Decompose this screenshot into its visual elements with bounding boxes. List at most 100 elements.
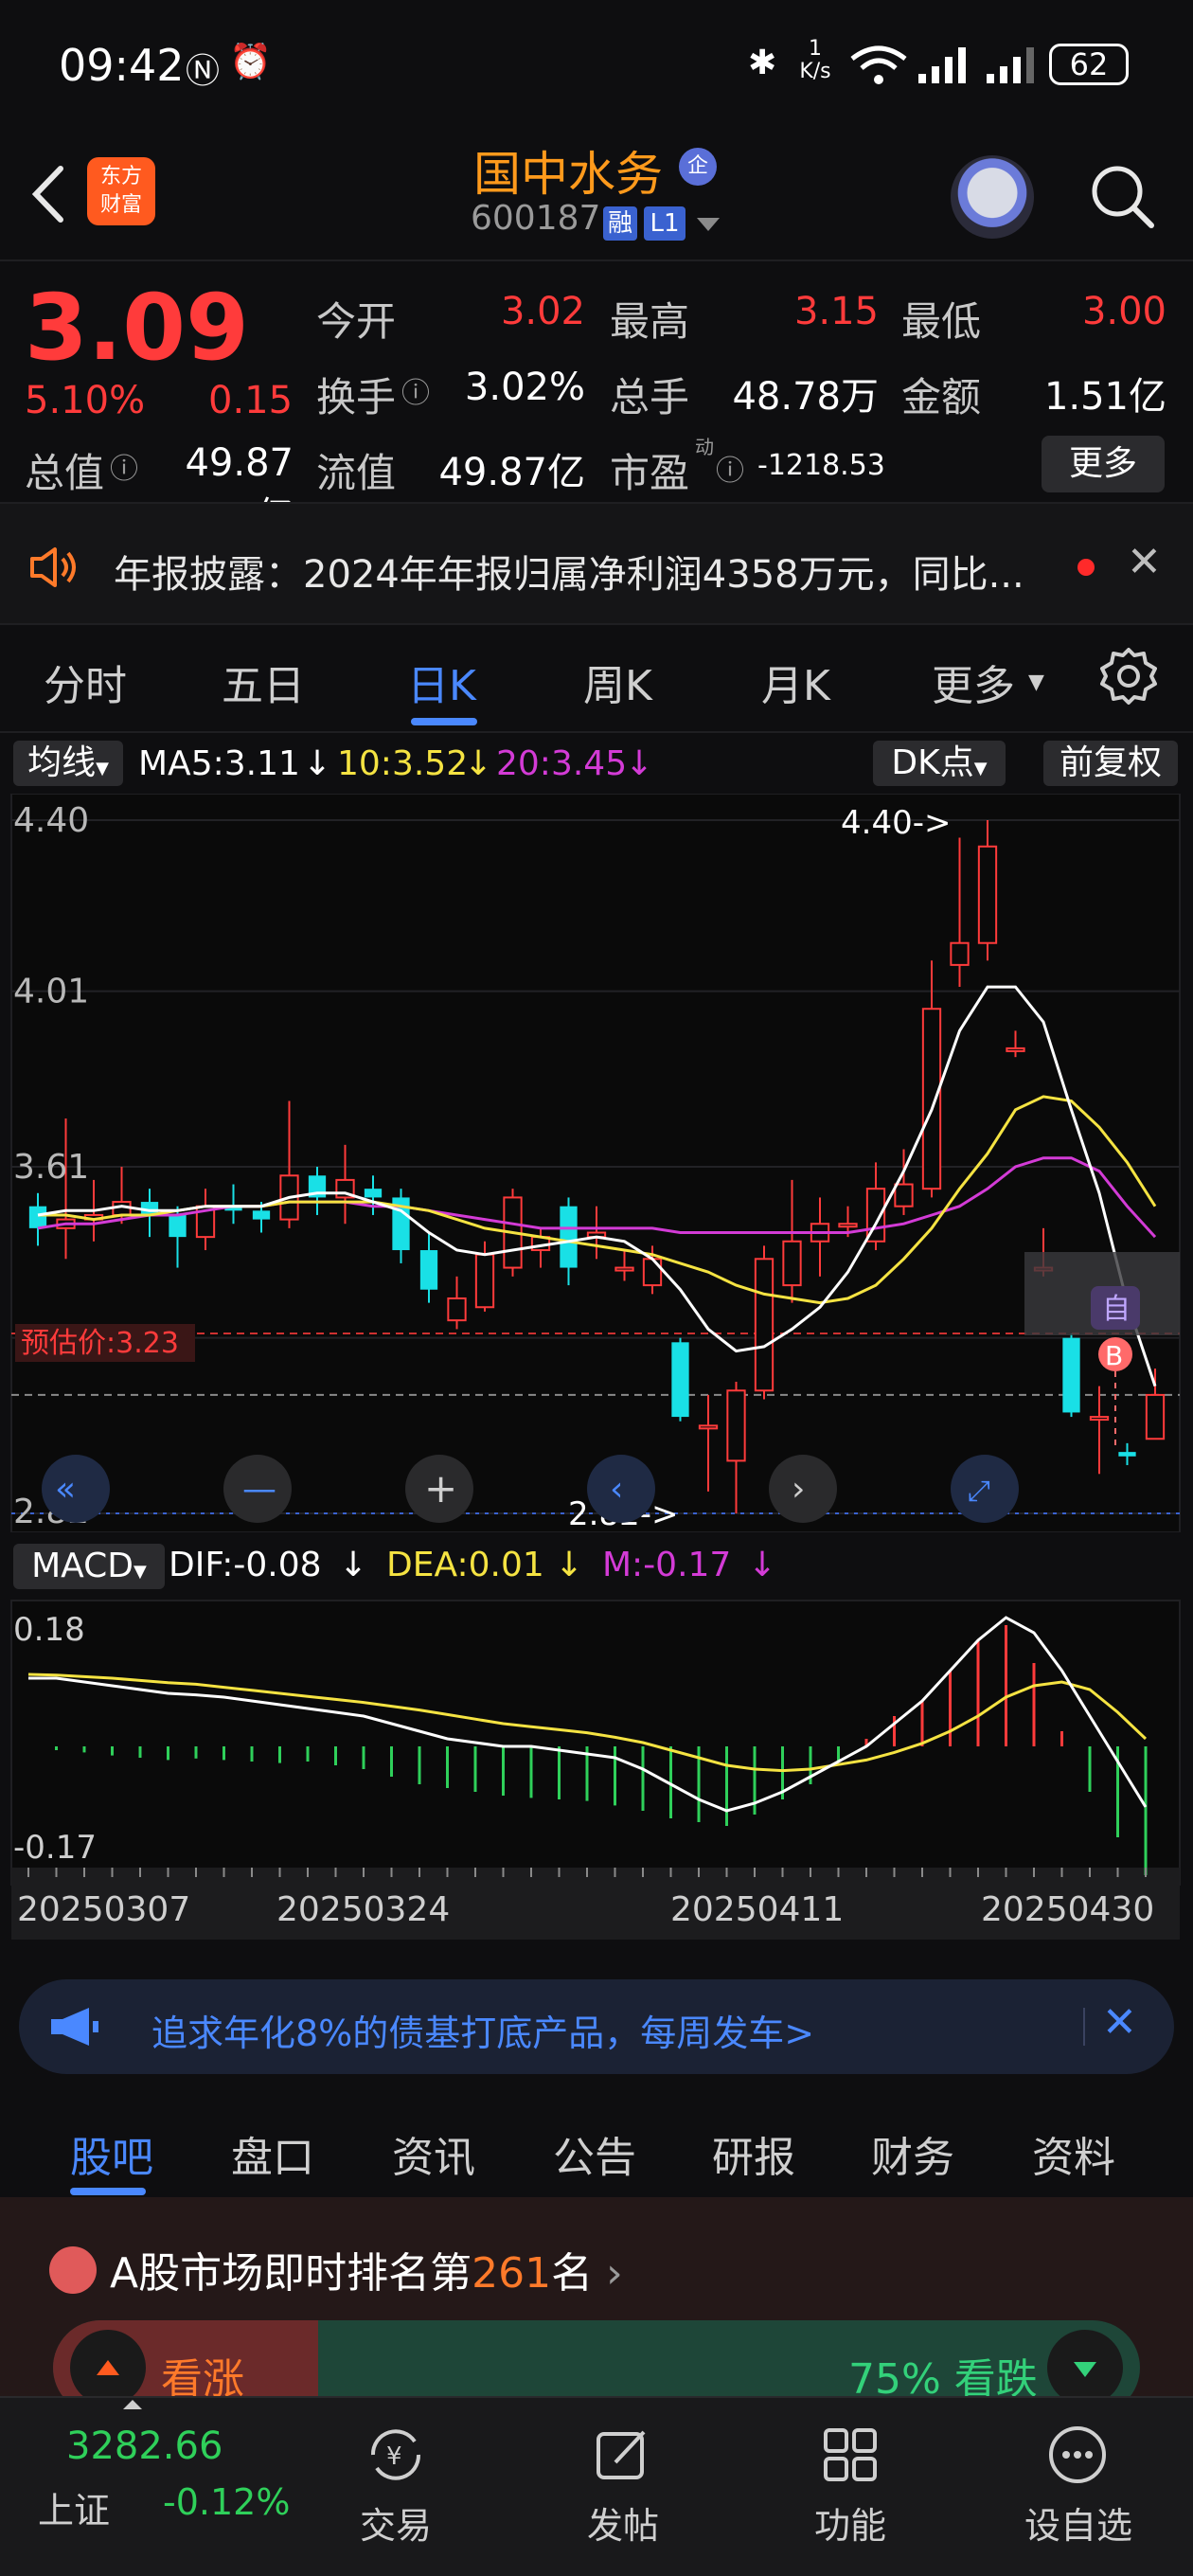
float-value: 49.87亿	[438, 451, 585, 494]
date-label: 20250324	[276, 1890, 450, 1929]
candle-body	[950, 941, 970, 966]
wifi-icon	[850, 45, 907, 84]
promo-banner[interactable]: 追求年化8%的债基打底产品，每周发车> ✕	[19, 1979, 1174, 2074]
candle-body	[782, 1240, 802, 1287]
ranking-text[interactable]: A股市场即时排名第261名 ›	[110, 2239, 623, 2299]
tab-order-book[interactable]: 盘口	[231, 2123, 314, 2184]
battery-icon: 62	[1049, 44, 1129, 85]
caret-up-icon	[123, 2400, 142, 2409]
alarm-icon: ⏰	[229, 43, 272, 81]
chart-period-tabs: 分时 五日 日K 周K 月K 更多 ▼	[0, 629, 1193, 733]
low-label: 最低	[901, 298, 982, 345]
index-value[interactable]: 3282.66	[66, 2424, 223, 2468]
adjust-mode-button[interactable]: 前复权	[1043, 741, 1178, 786]
margin-badge: 融	[603, 206, 637, 241]
candle-body	[977, 845, 998, 944]
candle-body	[169, 1214, 187, 1238]
nav-post[interactable]: 发帖	[587, 2496, 659, 2549]
ma20-arrow-icon: ↓	[625, 744, 654, 783]
ma-selector[interactable]: 均线▼	[13, 741, 123, 786]
tab-finance[interactable]: 财务	[871, 2123, 954, 2184]
tab-profile[interactable]: 资料	[1032, 2123, 1115, 2184]
tab-more[interactable]: 更多	[932, 652, 1015, 712]
tab-forum[interactable]: 股吧	[70, 2123, 153, 2184]
pe-label: 市盈	[610, 450, 690, 496]
vote-down-button[interactable]	[1047, 2330, 1123, 2406]
info-icon[interactable]: ⓘ	[716, 447, 744, 489]
unread-dot	[1077, 559, 1095, 576]
vote-up-button[interactable]	[70, 2330, 146, 2406]
macd-ytick-top: 0.18	[13, 1611, 85, 1649]
open-value: 3.02	[500, 290, 585, 333]
candle-body	[560, 1206, 578, 1268]
candle-body	[447, 1297, 467, 1322]
chevron-down-icon[interactable]	[697, 218, 720, 231]
close-icon[interactable]: ✕	[1102, 1998, 1137, 2047]
chevron-right-icon: ›	[792, 1470, 805, 1509]
ranking-number: 261	[472, 2249, 552, 2298]
dk-point-selector[interactable]: DK点▼	[873, 741, 1006, 786]
nav-trade[interactable]: 交易	[360, 2496, 432, 2549]
index-name[interactable]: 上证	[38, 2481, 110, 2533]
brand-line-2: 财富	[99, 193, 142, 217]
plus-icon: +	[424, 1465, 457, 1512]
candle-body	[474, 1253, 495, 1309]
promo-text[interactable]: 追求年化8%的债基打底产品，每周发车>	[151, 2004, 814, 2056]
candle-body	[1006, 1046, 1025, 1052]
announcement-bar[interactable]: 年报披露：2024年年报归属净利润4358万元，同比... ✕	[0, 502, 1193, 625]
stock-header: 东方 财富 国中水务 企 600187 融 L1	[0, 133, 1193, 261]
divider	[1083, 2008, 1085, 2046]
mktcap-label: 总值	[25, 450, 105, 496]
index-change[interactable]: -0.12%	[163, 2481, 290, 2523]
net-speed: 1 K/s	[799, 37, 831, 83]
tab-intraday[interactable]: 分时	[44, 652, 127, 712]
kline-chart[interactable]: 4.404.013.613.222.82 4.40-> 2.82-> 预估价:3…	[0, 794, 1193, 1532]
candle-body	[1145, 1393, 1166, 1440]
info-icon[interactable]: ⓘ	[401, 369, 430, 411]
candle-body	[894, 1183, 914, 1208]
ma10-arrow-icon: ↓	[464, 744, 493, 783]
more-button[interactable]: 更多	[1042, 436, 1165, 492]
bluetooth-icon: ✱	[748, 44, 777, 82]
active-tab-indicator	[411, 718, 477, 725]
price-tick-label: 3.61	[13, 1148, 89, 1187]
tab-weekly-k[interactable]: 周K	[583, 652, 652, 712]
tab-news[interactable]: 资讯	[392, 2123, 475, 2184]
brand-line-1: 东方	[99, 165, 142, 188]
turnover-value: 3.02%	[464, 366, 585, 409]
info-icon[interactable]: ⓘ	[110, 445, 138, 487]
megaphone-icon	[51, 2008, 98, 2046]
level1-badge: L1	[644, 206, 686, 241]
grid-icon[interactable]	[820, 2424, 881, 2485]
date-label: 20250307	[17, 1890, 190, 1929]
tab-announcements[interactable]: 公告	[553, 2123, 636, 2184]
minus-icon: —	[242, 1470, 276, 1509]
high-label: 最高	[610, 298, 690, 345]
tab-daily-k[interactable]: 日K	[407, 652, 476, 712]
macd-chart[interactable]: 0.18 -0.17 20250307 20250324 20250411 20…	[0, 1534, 1193, 1960]
tab-research[interactable]: 研报	[712, 2123, 795, 2184]
volume-label: 总手	[610, 374, 690, 420]
trade-icon[interactable]: ¥	[365, 2424, 426, 2485]
tab-five-day[interactable]: 五日	[222, 652, 305, 712]
price-tick-label: 4.01	[13, 973, 89, 1011]
last-price: 3.09	[25, 275, 249, 381]
date-label: 20250411	[670, 1890, 844, 1929]
expand-icon: ⤢	[968, 1475, 990, 1508]
quote-panel: 3.09 5.10% 0.15 今开 3.02 最高 3.15 最低 3.00 …	[0, 263, 1193, 538]
arrow-down-icon	[1074, 2362, 1096, 2377]
tab-monthly-k[interactable]: 月K	[761, 652, 830, 712]
nav-functions[interactable]: 功能	[814, 2496, 886, 2549]
ma20-legend: 20:3.45	[496, 744, 628, 783]
search-icon[interactable]	[1089, 163, 1155, 229]
nav-watchlist[interactable]: 设自选	[1024, 2496, 1132, 2549]
compose-icon[interactable]	[593, 2424, 653, 2485]
gear-icon[interactable]	[1098, 646, 1159, 707]
ranking-suffix: 名	[551, 2249, 594, 2298]
announcement-text[interactable]: 年报披露：2024年年报归属净利润4358万元，同比...	[114, 544, 1024, 599]
back-arrow-icon[interactable]	[25, 161, 72, 227]
close-icon[interactable]: ✕	[1127, 538, 1162, 586]
more-dots-icon[interactable]	[1047, 2424, 1108, 2485]
stock-name[interactable]: 国中水务	[473, 136, 663, 205]
robot-assistant-icon[interactable]	[951, 155, 1034, 239]
